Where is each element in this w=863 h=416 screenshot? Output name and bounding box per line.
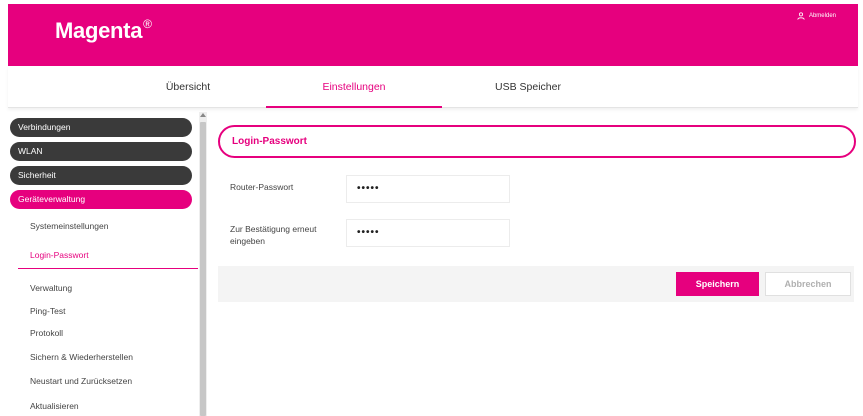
sidebar-subitem-log[interactable]: Protokoll — [30, 328, 63, 338]
sidebar-subitem-login-password[interactable]: Login-Passwort — [30, 250, 89, 260]
sidebar-item-wlan[interactable]: WLAN — [10, 142, 192, 161]
user-icon — [797, 12, 805, 20]
brand-name: Magenta — [55, 18, 143, 43]
save-button[interactable]: Speichern — [676, 272, 759, 296]
sidebar-scrollbar[interactable] — [199, 112, 207, 416]
tab-settings[interactable]: Einstellungen — [266, 66, 442, 108]
sidebar-subitem-system-settings[interactable]: Systemeinstellungen — [30, 221, 108, 231]
sidebar-item-connections[interactable]: Verbindungen — [10, 118, 192, 137]
logout-label: Abmelden — [808, 13, 836, 19]
router-password-input[interactable]: ••••• — [346, 175, 510, 203]
sidebar-item-device-management[interactable]: Geräteverwaltung — [10, 190, 192, 209]
sidebar-item-security[interactable]: Sicherheit — [10, 166, 192, 185]
router-password-label: Router-Passwort — [230, 182, 294, 192]
brand-mark: ® — [143, 16, 152, 31]
sidebar-subitem-backup-restore[interactable]: Sichern & Wiederherstellen — [30, 352, 133, 362]
section-title: Login-Passwort — [218, 125, 856, 158]
tab-overview[interactable]: Übersicht — [108, 66, 268, 108]
sidebar-subitem-update[interactable]: Aktualisieren — [30, 401, 79, 411]
confirm-password-label: Zur Bestätigung erneut eingeben — [230, 224, 317, 246]
top-header: Magenta® Abmelden — [8, 4, 858, 66]
sidebar: Verbindungen WLAN Sicherheit Geräteverwa… — [8, 112, 198, 416]
logout-link[interactable]: Abmelden — [797, 12, 836, 20]
sidebar-subitem-restart-reset[interactable]: Neustart und Zurücksetzen — [30, 376, 132, 386]
sidebar-subitem-administration[interactable]: Verwaltung — [30, 283, 72, 293]
cancel-button[interactable]: Abbrechen — [765, 272, 851, 296]
active-item-underline — [18, 268, 198, 269]
main-tabs: Übersicht Einstellungen USB Speicher — [8, 66, 858, 108]
magenta-logo: Magenta® — [55, 16, 152, 44]
sidebar-subitem-ping-test[interactable]: Ping-Test — [30, 306, 65, 316]
scroll-up-arrow-icon[interactable] — [200, 113, 206, 117]
confirm-password-input[interactable]: ••••• — [346, 219, 510, 247]
scrollbar-thumb[interactable] — [200, 122, 206, 416]
tab-usb-storage[interactable]: USB Speicher — [448, 66, 608, 108]
